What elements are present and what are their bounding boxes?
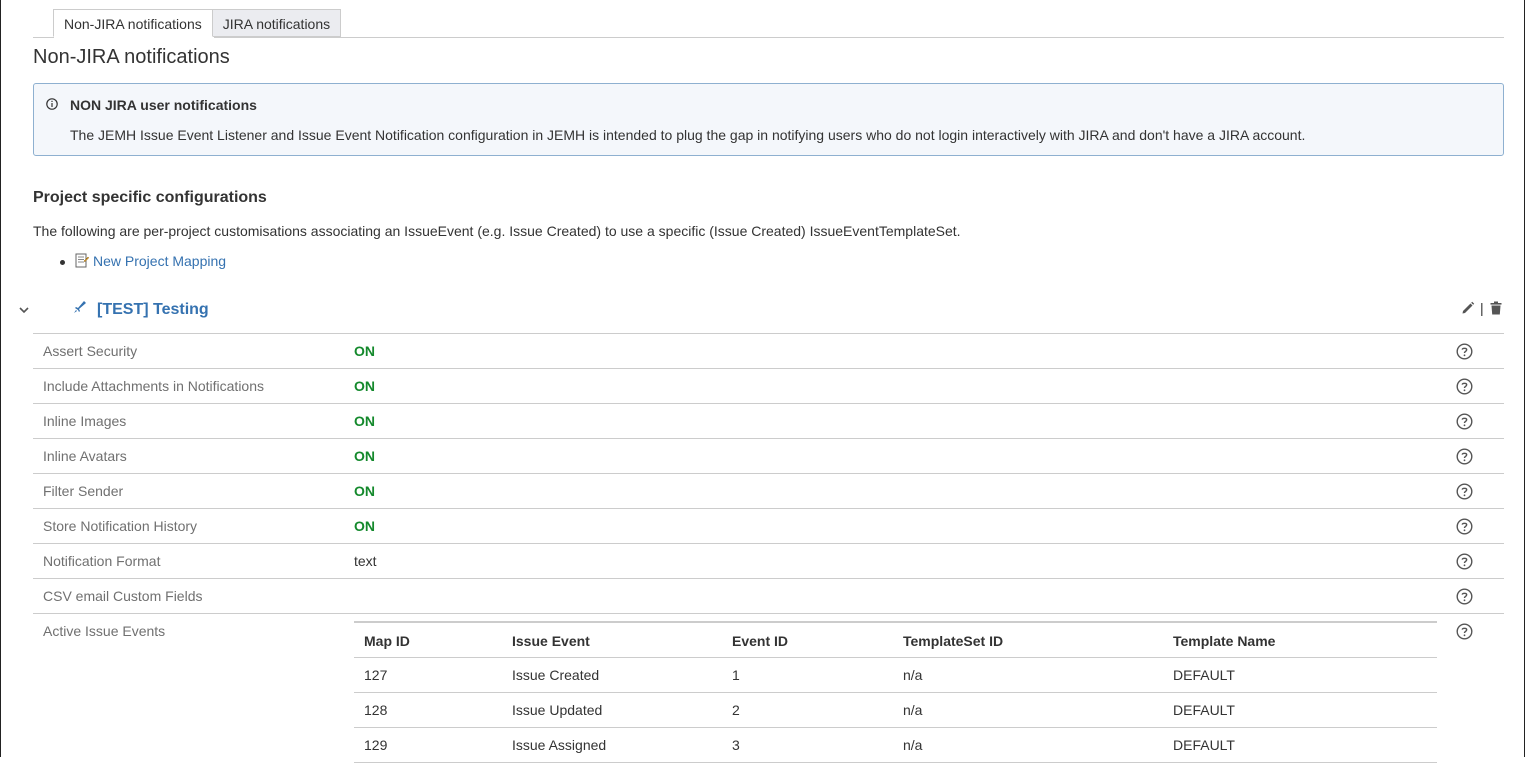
info-message: NON JIRA user notifications The JEMH Iss… [33, 83, 1504, 156]
project-avatar-icon [74, 301, 86, 313]
property-value: ON [354, 448, 375, 464]
property-row-include-attachments: Include Attachments in Notifications ON [33, 368, 1504, 403]
chevron-down-icon[interactable] [18, 305, 30, 315]
column-header: Template Name [1163, 621, 1437, 658]
property-label: Include Attachments in Notifications [43, 378, 265, 394]
list-item: New Project Mapping [60, 253, 226, 269]
property-row-filter-sender: Filter Sender ON [33, 473, 1504, 508]
pencil-icon[interactable] [1461, 301, 1475, 315]
property-label: CSV email Custom Fields [43, 588, 203, 604]
active-issue-events-table: Map ID Issue Event Event ID TemplateSet … [354, 621, 1437, 763]
info-icon [46, 98, 58, 110]
tab-bar: Non-JIRA notifications JIRA notification… [53, 9, 342, 37]
property-label: Active Issue Events [43, 623, 166, 639]
table-cell: 128 [354, 692, 502, 728]
help-icon[interactable] [1456, 378, 1473, 395]
property-value: ON [354, 343, 375, 359]
info-title: NON JIRA user notifications [70, 97, 257, 113]
table-cell: n/a [893, 657, 1163, 693]
help-icon[interactable] [1456, 553, 1473, 570]
project-title-link[interactable]: [TEST] Testing [97, 301, 209, 319]
document-add-icon [75, 253, 89, 268]
property-row-inline-images: Inline Images ON [33, 403, 1504, 438]
property-label: Store Notification History [43, 518, 198, 534]
help-icon[interactable] [1456, 413, 1473, 430]
column-header: TemplateSet ID [893, 621, 1163, 658]
help-icon[interactable] [1456, 483, 1473, 500]
info-body: The JEMH Issue Event Listener and Issue … [70, 127, 1306, 143]
property-row-store-notification-history: Store Notification History ON [33, 508, 1504, 543]
project-properties: Assert Security ON Include Attachments i… [33, 333, 1504, 763]
table-cell: 2 [722, 692, 893, 728]
column-header: Map ID [354, 621, 502, 658]
property-row-csv-email-custom-fields: CSV email Custom Fields [33, 578, 1504, 613]
property-value: ON [354, 483, 375, 499]
trash-icon[interactable] [1490, 301, 1502, 315]
tab-divider [33, 37, 1504, 38]
table-cell: 1 [722, 657, 893, 693]
action-separator: | [1480, 300, 1484, 316]
property-row-notification-format: Notification Format text [33, 543, 1504, 578]
property-label: Inline Images [43, 413, 127, 429]
property-row-assert-security: Assert Security ON [33, 333, 1504, 368]
tab-jira-notifications[interactable]: JIRA notifications [212, 9, 342, 37]
property-value: ON [354, 413, 375, 429]
property-label: Inline Avatars [43, 448, 127, 464]
mapping-actions-list: New Project Mapping [60, 253, 226, 269]
help-icon[interactable] [1456, 588, 1473, 605]
property-value: text [354, 553, 377, 569]
table-cell: DEFAULT [1163, 692, 1437, 728]
new-project-mapping-link[interactable]: New Project Mapping [93, 253, 226, 269]
property-label: Assert Security [43, 343, 138, 359]
help-icon[interactable] [1456, 623, 1473, 640]
project-header: [TEST] Testing | [0, 296, 1526, 326]
table-row: 127 Issue Created 1 n/a DEFAULT [354, 657, 1437, 693]
table-row: 128 Issue Updated 2 n/a DEFAULT [354, 692, 1437, 728]
help-icon[interactable] [1456, 448, 1473, 465]
property-row-active-issue-events: Active Issue Events Map ID Issue Event E… [33, 613, 1504, 763]
help-icon[interactable] [1456, 343, 1473, 360]
help-icon[interactable] [1456, 518, 1473, 535]
table-cell: n/a [893, 692, 1163, 728]
section-description: The following are per-project customisat… [33, 223, 961, 239]
page-title: Non-JIRA notifications [33, 46, 230, 68]
property-label: Filter Sender [43, 483, 124, 499]
table-cell: DEFAULT [1163, 657, 1437, 693]
table-cell: 127 [354, 657, 502, 693]
property-value: ON [354, 378, 375, 394]
table-header-row: Map ID Issue Event Event ID TemplateSet … [354, 621, 1437, 658]
table-cell: Issue Created [502, 657, 722, 693]
column-header: Event ID [722, 621, 893, 658]
table-cell: Issue Updated [502, 692, 722, 728]
property-value: ON [354, 518, 375, 534]
property-row-inline-avatars: Inline Avatars ON [33, 438, 1504, 473]
property-label: Notification Format [43, 553, 161, 569]
tab-non-jira-notifications[interactable]: Non-JIRA notifications [53, 9, 213, 37]
section-title: Project specific configurations [33, 189, 267, 206]
column-header: Issue Event [502, 621, 722, 658]
